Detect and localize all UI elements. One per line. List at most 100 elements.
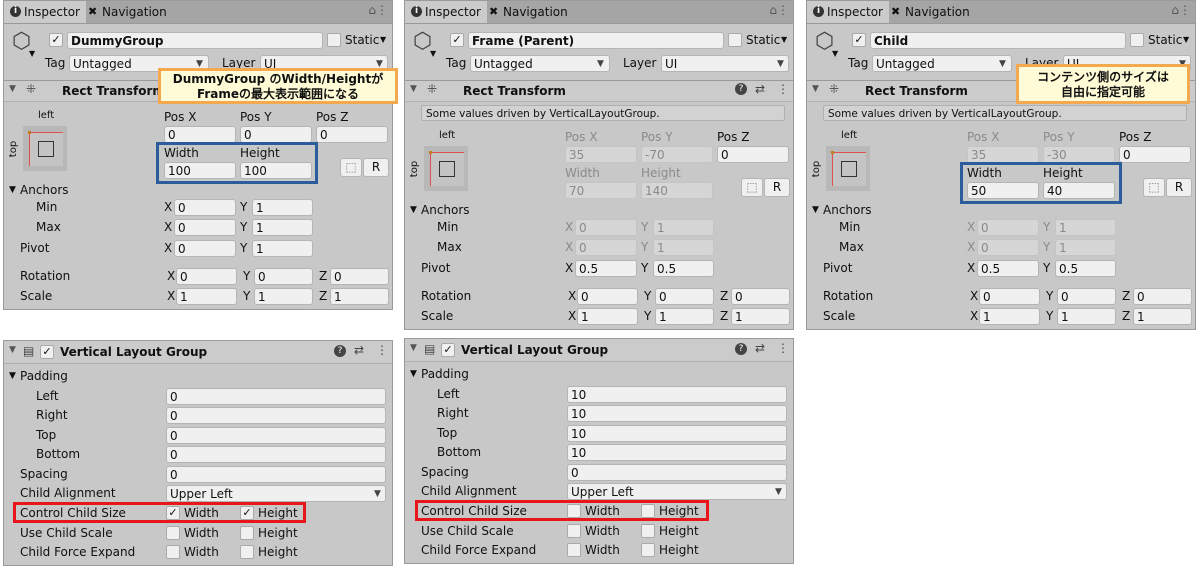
padding-top-field[interactable]: 0	[166, 427, 386, 444]
static-label[interactable]: Static	[1148, 32, 1182, 48]
static-checkbox[interactable]	[1130, 33, 1144, 47]
use-child-scale-height-checkbox[interactable]	[641, 524, 655, 538]
child-force-expand-width-checkbox[interactable]	[567, 543, 581, 557]
raw-edit-button[interactable]: R	[1166, 178, 1192, 197]
active-checkbox[interactable]: ✓	[49, 33, 63, 47]
field-pos-x[interactable]: 0	[164, 126, 236, 143]
foldout-icon[interactable]: ▼	[410, 343, 417, 353]
active-checkbox[interactable]: ✓	[852, 33, 866, 47]
rotation-x-field[interactable]: 0	[979, 288, 1040, 305]
more-icon[interactable]: ⋮	[376, 3, 388, 17]
padding-right-field[interactable]: 0	[166, 407, 386, 424]
spacing-field[interactable]: 0	[166, 466, 386, 483]
anchors-foldout-icon[interactable]: ▼	[9, 185, 16, 195]
blueprint-mode-button[interactable]: ⬚	[340, 158, 362, 177]
anchor-preset-button[interactable]	[424, 146, 468, 191]
spacing-field[interactable]: 0	[567, 464, 787, 481]
foldout-icon[interactable]: ▼	[812, 84, 819, 94]
field-pos-z[interactable]: 0	[717, 146, 789, 163]
component-enabled-checkbox[interactable]: ✓	[441, 343, 455, 357]
padding-foldout-icon[interactable]: ▼	[9, 371, 16, 381]
tab-inspector[interactable]: i Inspector	[4, 1, 86, 23]
anchor-min-x-field[interactable]: 0	[174, 199, 236, 216]
blueprint-mode-button[interactable]: ⬚	[1143, 178, 1165, 197]
more-icon[interactable]: ⋮	[376, 343, 388, 357]
tag-dropdown[interactable]: Untagged	[872, 55, 1012, 72]
scale-x-field[interactable]: 1	[577, 308, 638, 325]
presets-icon[interactable]: ⇄	[755, 341, 765, 355]
pivot-y-field[interactable]: 0.5	[653, 260, 714, 277]
anchor-max-y-field[interactable]: 1	[252, 219, 313, 236]
anchor-preset-button[interactable]	[23, 126, 67, 171]
vertical-layout-group-header[interactable]: ▼ ▤ ✓ Vertical Layout Group? ⇄ ⋮	[4, 341, 392, 364]
scale-z-field[interactable]: 1	[330, 288, 389, 305]
rect-transform-header[interactable]: ▼ ⁜ Rect Transform? ⇄ ⋮	[405, 80, 793, 102]
more-icon[interactable]: ⋮	[777, 82, 789, 96]
scale-z-field[interactable]: 1	[1133, 308, 1192, 325]
pivot-x-field[interactable]: 0.5	[575, 260, 637, 277]
padding-foldout-icon[interactable]: ▼	[410, 369, 417, 379]
child-alignment-dropdown[interactable]: Upper Left	[567, 483, 787, 500]
blueprint-mode-button[interactable]: ⬚	[741, 178, 763, 197]
anchor-preset-button[interactable]	[826, 146, 870, 191]
scale-y-field[interactable]: 1	[254, 288, 313, 305]
anchor-max-x-field[interactable]: 0	[174, 219, 236, 236]
padding-bottom-field[interactable]: 10	[567, 444, 787, 461]
use-child-scale-width-checkbox[interactable]	[567, 524, 581, 538]
pivot-x-field[interactable]: 0	[174, 240, 236, 257]
static-dropdown-icon[interactable]: ▼	[781, 35, 787, 44]
padding-top-field[interactable]: 10	[567, 425, 787, 442]
rotation-y-field[interactable]: 0	[1057, 288, 1116, 305]
anchor-min-y-field[interactable]: 1	[252, 199, 313, 216]
static-dropdown-icon[interactable]: ▼	[380, 35, 386, 44]
anchors-foldout-icon[interactable]: ▼	[812, 205, 819, 215]
layer-dropdown[interactable]: UI	[661, 55, 789, 72]
name-field[interactable]: Child	[870, 32, 1126, 49]
child-alignment-dropdown[interactable]: Upper Left	[166, 485, 386, 502]
name-field[interactable]: Frame (Parent)	[468, 32, 724, 49]
pivot-x-field[interactable]: 0.5	[977, 260, 1039, 277]
tag-dropdown[interactable]: Untagged	[470, 55, 610, 72]
rotation-z-field[interactable]: 0	[1133, 288, 1192, 305]
static-dropdown-icon[interactable]: ▼	[1183, 35, 1189, 44]
child-force-expand-height-checkbox[interactable]	[641, 543, 655, 557]
padding-bottom-field[interactable]: 0	[166, 446, 386, 463]
anchors-foldout-icon[interactable]: ▼	[410, 205, 417, 215]
padding-right-field[interactable]: 10	[567, 405, 787, 422]
foldout-icon[interactable]: ▼	[410, 84, 417, 94]
pivot-y-field[interactable]: 0.5	[1055, 260, 1116, 277]
foldout-icon[interactable]: ▼	[9, 345, 16, 355]
active-checkbox[interactable]: ✓	[450, 33, 464, 47]
help-icon[interactable]: ?	[735, 343, 747, 355]
rotation-x-field[interactable]: 0	[577, 288, 638, 305]
help-icon[interactable]: ?	[735, 83, 747, 95]
field-pos-z[interactable]: 0	[316, 126, 388, 143]
help-icon[interactable]: ?	[334, 345, 346, 357]
component-enabled-checkbox[interactable]: ✓	[40, 345, 54, 359]
presets-icon[interactable]: ⇄	[755, 82, 765, 96]
rotation-y-field[interactable]: 0	[655, 288, 714, 305]
vertical-layout-group-header[interactable]: ▼ ▤ ✓ Vertical Layout Group? ⇄ ⋮	[405, 339, 793, 362]
lock-icon[interactable]: ⌂	[1171, 3, 1179, 17]
scale-z-field[interactable]: 1	[731, 308, 790, 325]
static-label[interactable]: Static	[746, 32, 780, 48]
presets-icon[interactable]: ⇄	[354, 343, 364, 357]
more-icon[interactable]: ⋮	[777, 341, 789, 355]
scale-x-field[interactable]: 1	[979, 308, 1040, 325]
padding-left-field[interactable]: 10	[567, 386, 787, 403]
field-pos-z[interactable]: 0	[1119, 146, 1191, 163]
raw-edit-button[interactable]: R	[764, 178, 790, 197]
raw-edit-button[interactable]: R	[363, 158, 389, 177]
child-force-expand-height-checkbox[interactable]	[240, 545, 254, 559]
name-field[interactable]: DummyGroup	[67, 32, 323, 49]
static-label[interactable]: Static	[345, 32, 379, 48]
more-icon[interactable]: ⋮	[1179, 3, 1191, 17]
use-child-scale-height-checkbox[interactable]	[240, 526, 254, 540]
rotation-z-field[interactable]: 0	[330, 268, 389, 285]
rotation-x-field[interactable]: 0	[176, 268, 237, 285]
foldout-icon[interactable]: ▼	[9, 84, 16, 94]
tab-navigation[interactable]: ✖ Navigation	[885, 1, 997, 23]
scale-y-field[interactable]: 1	[1057, 308, 1116, 325]
static-checkbox[interactable]	[327, 33, 341, 47]
lock-icon[interactable]: ⌂	[368, 3, 376, 17]
